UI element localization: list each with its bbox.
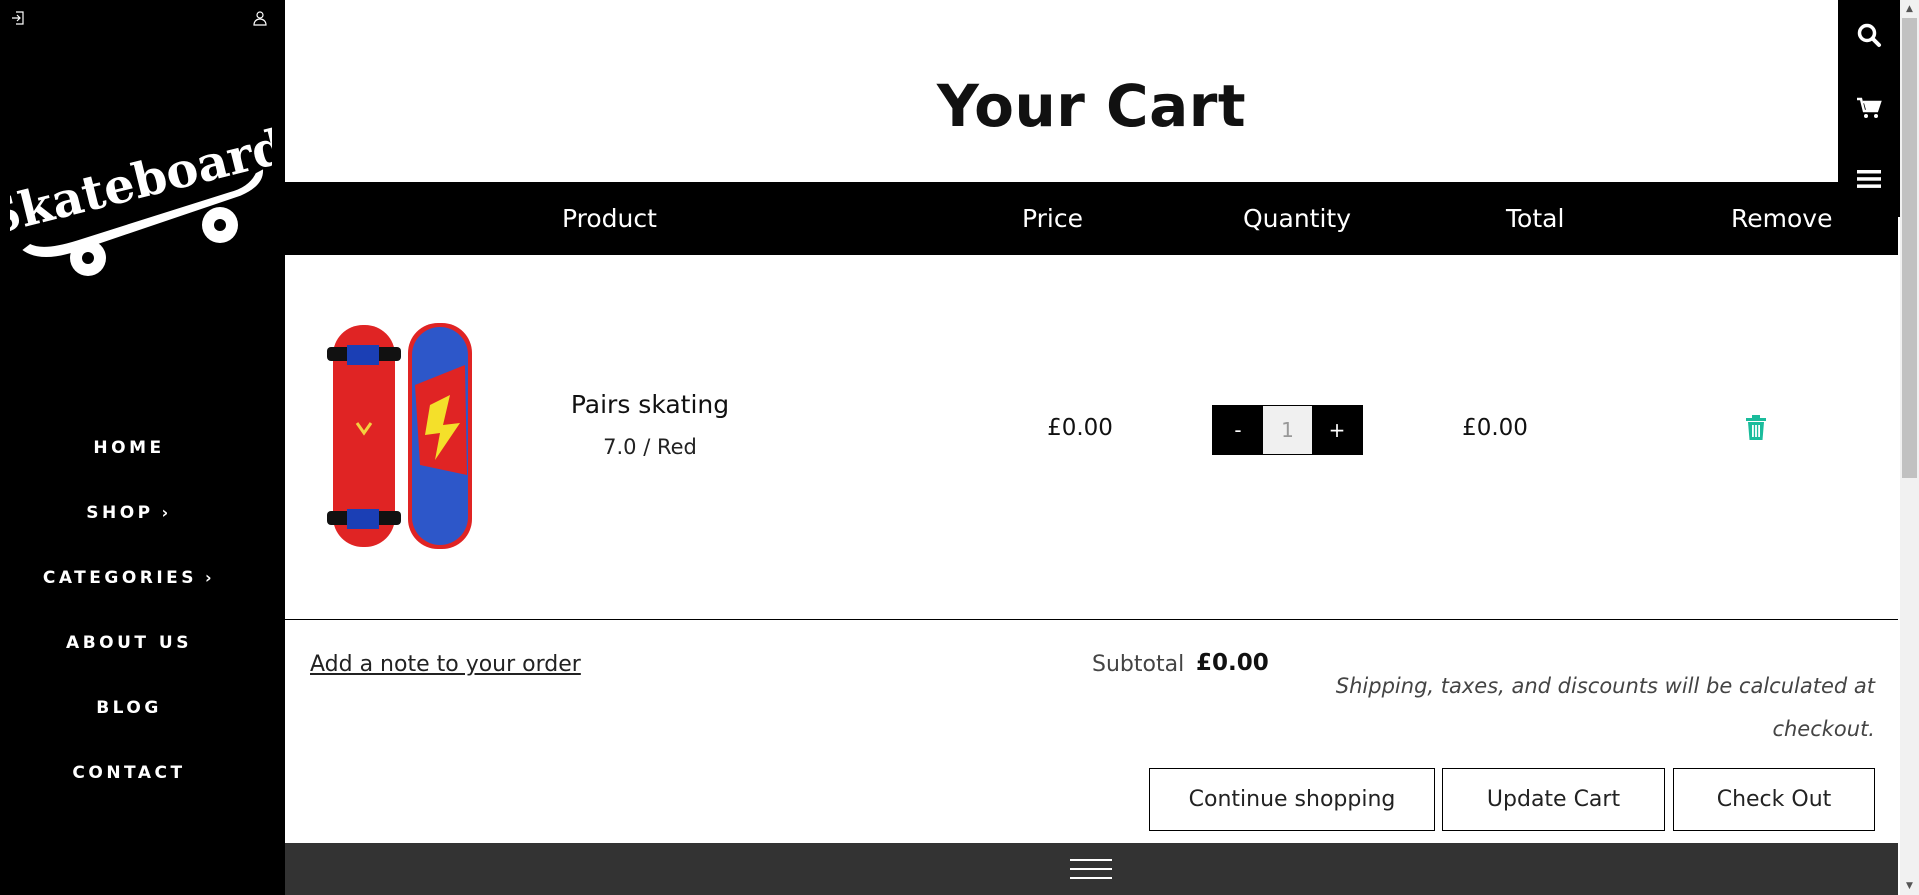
nav-item-about-us[interactable]: ABOUT US bbox=[0, 610, 258, 675]
add-order-note-link[interactable]: Add a note to your order bbox=[310, 652, 581, 677]
header-quantity: Quantity bbox=[1243, 204, 1352, 233]
header-total: Total bbox=[1506, 204, 1565, 233]
page-title: Your Cart bbox=[936, 72, 1247, 140]
nav-item-blog[interactable]: BLOG bbox=[0, 675, 258, 740]
bottom-bar bbox=[285, 843, 1898, 895]
scroll-thumb[interactable] bbox=[1902, 18, 1917, 478]
trash-icon[interactable] bbox=[1745, 415, 1767, 441]
nav-label: BLOG bbox=[96, 697, 162, 718]
scroll-up-icon[interactable]: ▲ bbox=[1900, 0, 1919, 18]
sidebar: Skateboard HOME SHOP › CATEGORIES › ABOUT … bbox=[0, 0, 291, 895]
nav-item-shop[interactable]: SHOP › bbox=[0, 480, 258, 545]
user-icon[interactable] bbox=[252, 10, 270, 28]
chevron-right-icon: › bbox=[161, 503, 172, 522]
nav-label: HOME bbox=[93, 437, 165, 458]
quantity-input[interactable]: 1 bbox=[1263, 406, 1312, 454]
hamburger-icon[interactable] bbox=[1070, 857, 1112, 881]
cart-item-row: Pairs skating 7.0 / Red £0.00 - 1 + £0.0… bbox=[285, 255, 1898, 620]
subtotal-value: £0.00 bbox=[1196, 650, 1269, 676]
nav-label: CONTACT bbox=[72, 762, 186, 783]
checkout-button[interactable]: Check Out bbox=[1673, 768, 1875, 831]
continue-shopping-button[interactable]: Continue shopping bbox=[1149, 768, 1435, 831]
shipping-note: Shipping, taxes, and discounts will be c… bbox=[1335, 674, 1875, 741]
product-image[interactable] bbox=[325, 315, 475, 560]
sign-in-icon[interactable] bbox=[10, 10, 28, 28]
quantity-decrease-button[interactable]: - bbox=[1213, 406, 1263, 454]
chevron-right-icon: › bbox=[205, 568, 216, 587]
header-remove: Remove bbox=[1731, 204, 1833, 233]
scroll-down-icon[interactable]: ▼ bbox=[1900, 877, 1919, 895]
nav-label: ABOUT US bbox=[66, 632, 192, 653]
product-name[interactable]: Pairs skating bbox=[535, 390, 765, 419]
search-icon[interactable] bbox=[1838, 10, 1900, 60]
subtotal-label: Subtotal bbox=[1092, 652, 1185, 677]
header-price: Price bbox=[1022, 204, 1083, 233]
logo[interactable]: Skateboard bbox=[0, 118, 291, 290]
menu-icon[interactable] bbox=[1838, 154, 1900, 204]
nav-label: CATEGORIES bbox=[42, 567, 198, 588]
main-nav: HOME SHOP › CATEGORIES › ABOUT US BLOG CON… bbox=[0, 415, 258, 805]
nav-item-categories[interactable]: CATEGORIES › bbox=[0, 545, 258, 610]
cart-icon[interactable] bbox=[1838, 83, 1900, 133]
cart-table-header: Product Price Quantity Total Remove bbox=[285, 182, 1898, 255]
item-total: £0.00 bbox=[1462, 415, 1528, 441]
item-price: £0.00 bbox=[1047, 415, 1113, 441]
nav-item-contact[interactable]: CONTACT bbox=[0, 740, 258, 805]
utility-icon-bar bbox=[1838, 0, 1900, 217]
page-scrollbar[interactable]: ▲ ▼ bbox=[1900, 0, 1919, 895]
nav-item-home[interactable]: HOME bbox=[0, 415, 258, 480]
quantity-stepper: - 1 + bbox=[1212, 405, 1363, 455]
header-product: Product bbox=[562, 204, 657, 233]
nav-label: SHOP bbox=[86, 502, 154, 523]
update-cart-button[interactable]: Update Cart bbox=[1442, 768, 1665, 831]
quantity-increase-button[interactable]: + bbox=[1312, 406, 1362, 454]
product-variant: 7.0 / Red bbox=[603, 435, 697, 459]
